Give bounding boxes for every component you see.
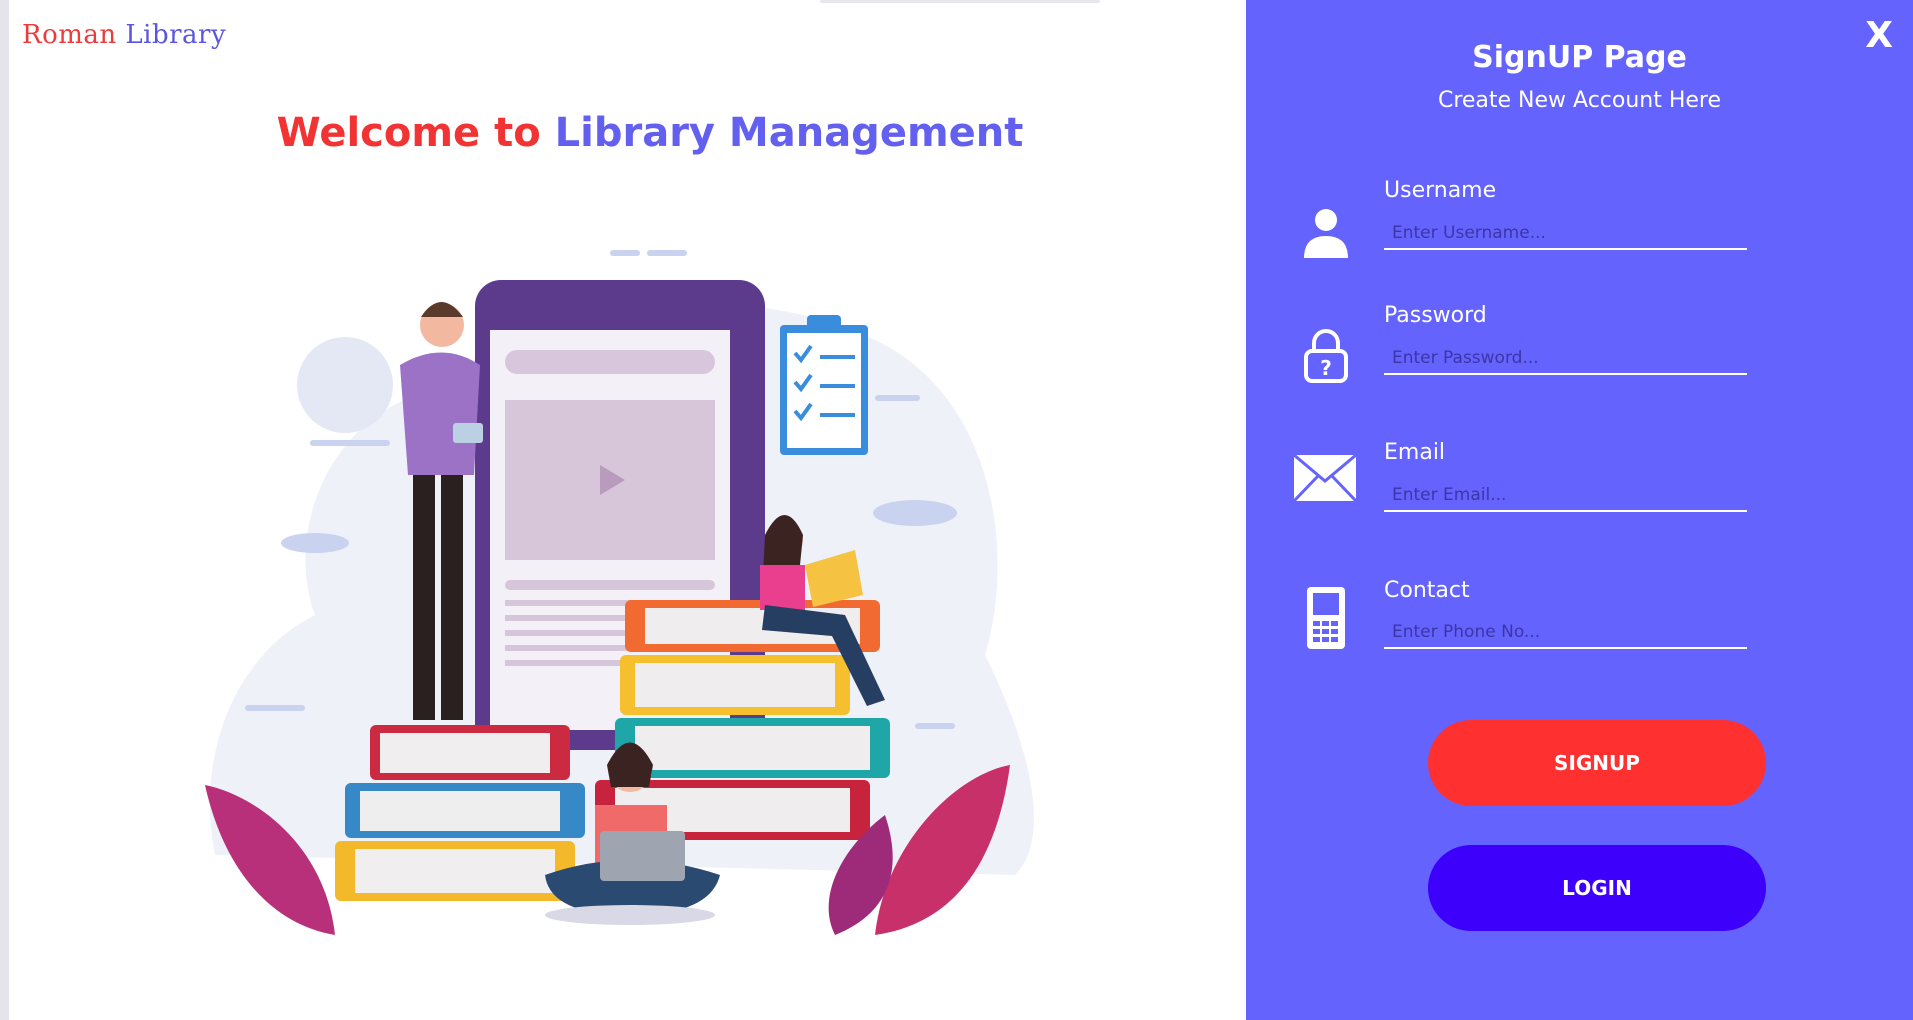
user-icon <box>1304 209 1348 258</box>
brand-word-2: Library <box>125 20 227 50</box>
top-handle <box>820 0 1100 3</box>
password-label: Password <box>1384 303 1487 328</box>
email-label: Email <box>1384 440 1446 465</box>
username-label: Username <box>1384 178 1497 203</box>
welcome-heading: Welcome to Library Management <box>0 110 1300 156</box>
login-button[interactable]: LOGIN <box>1428 845 1766 931</box>
welcome-part-2: Library Management <box>554 110 1024 156</box>
phone-icon <box>1307 587 1345 649</box>
welcome-part-1: Welcome to <box>276 110 541 156</box>
signup-button[interactable]: SIGNUP <box>1428 720 1766 806</box>
brand-word-1: Roman <box>22 20 117 50</box>
library-illustration <box>205 250 1034 935</box>
signup-subtitle: Create New Account Here <box>1437 88 1722 113</box>
lock-icon: ? <box>1304 329 1348 383</box>
username-input[interactable] <box>1384 218 1747 250</box>
email-input[interactable] <box>1384 480 1747 512</box>
signup-panel: X SignUP Page Create New Account Here Us… <box>1246 0 1913 1020</box>
contact-label: Contact <box>1384 578 1470 603</box>
brand-logo: Roman Library <box>22 20 226 50</box>
envelope-icon <box>1292 453 1358 503</box>
svg-text:?: ? <box>1320 356 1332 380</box>
contact-input[interactable] <box>1384 617 1747 649</box>
signup-title: SignUP Page <box>1472 40 1687 75</box>
password-input[interactable] <box>1384 343 1747 375</box>
